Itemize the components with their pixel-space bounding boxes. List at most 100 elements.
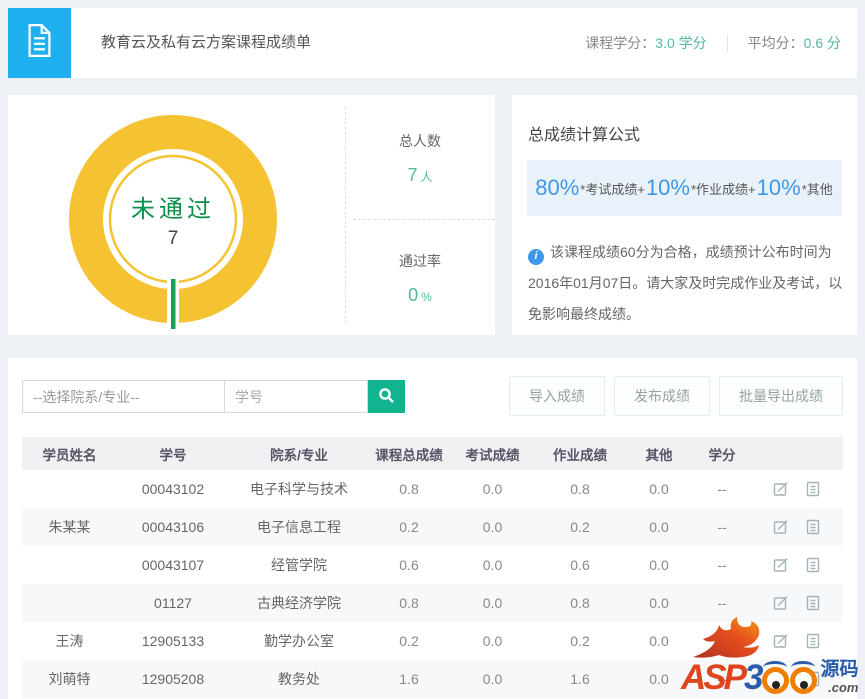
cell-dept: 勤学办公室 xyxy=(229,631,369,651)
average-score: 平均分：0.6 分 xyxy=(748,33,841,53)
watermark-text: ASP 3 源码 .com xyxy=(681,660,858,695)
export-grades-button[interactable]: 批量导出成绩 xyxy=(719,376,843,416)
cell-total: 1.6 xyxy=(369,671,449,687)
edit-score-icon[interactable] xyxy=(773,481,789,497)
cell-total: 0.8 xyxy=(369,595,449,611)
pass-rate-stat: 通过率 0% xyxy=(345,221,495,335)
cell-other: 0.0 xyxy=(624,481,694,497)
cell-total: 0.2 xyxy=(369,633,449,649)
cell-total: 0.8 xyxy=(369,481,449,497)
header-metrics: 课程学分：3.0 学分 平均分：0.6 分 xyxy=(585,8,841,78)
department-select[interactable]: --选择院系/专业-- xyxy=(22,380,225,413)
grade-formula: 80%*考试成绩+10%*作业成绩+10%*其他 xyxy=(527,160,842,216)
stats-panel: 总人数 7人 通过率 0% xyxy=(345,95,495,335)
cell-total: 0.6 xyxy=(369,557,449,573)
pass-rate-value: 0% xyxy=(408,285,432,306)
cell-dept: 电子信息工程 xyxy=(229,517,369,537)
cell-exam: 0.0 xyxy=(449,671,536,687)
course-credit-value: 3.0 学分 xyxy=(655,35,706,51)
total-students-label: 总人数 xyxy=(399,131,441,151)
table-row: 朱某某00043106电子信息工程0.20.00.20.0-- xyxy=(22,508,843,546)
watermark-asp: ASP xyxy=(681,660,744,695)
watermark-3: 3 xyxy=(744,660,761,695)
column-header: 学号 xyxy=(117,444,229,464)
cell-dept: 电子科学与技术 xyxy=(229,479,369,499)
table-row: 00043107经管学院0.60.00.60.0-- xyxy=(22,546,843,584)
column-header: 学分 xyxy=(694,444,750,464)
edit-score-icon[interactable] xyxy=(773,519,789,535)
formula-label: *其他 xyxy=(802,179,833,198)
cell-other: 0.0 xyxy=(624,557,694,573)
cell-dept: 教务处 xyxy=(229,669,369,689)
cell-other: 0.0 xyxy=(624,595,694,611)
cell-sid: 12905133 xyxy=(117,633,229,649)
column-header: 课程总成绩 xyxy=(369,444,449,464)
cell-name: 朱某某 xyxy=(22,517,117,537)
cell-exam: 0.0 xyxy=(449,519,536,535)
row-actions xyxy=(750,595,843,611)
report-icon[interactable] xyxy=(806,519,820,535)
formula-percent: 10% xyxy=(646,175,690,201)
formula-title: 总成绩计算公式 xyxy=(528,121,640,145)
cell-sid: 00043107 xyxy=(117,557,229,573)
total-students-value: 7人 xyxy=(407,165,432,186)
table-header-row: 学员姓名学号院系/专业课程总成绩考试成绩作业成绩其他学分 xyxy=(22,437,843,470)
cell-sid: 12905208 xyxy=(117,671,229,687)
cell-exam: 0.0 xyxy=(449,595,536,611)
flame-icon xyxy=(689,615,781,664)
watermark-suffix: 源码 xyxy=(820,660,858,681)
formula-card: 总成绩计算公式 80%*考试成绩+10%*作业成绩+10%*其他 i该课程成绩6… xyxy=(512,95,857,335)
student-id-input[interactable] xyxy=(224,380,368,413)
cell-other: 0.0 xyxy=(624,519,694,535)
watermark-o-icon xyxy=(790,667,817,694)
grade-actions: 导入成绩 发布成绩 批量导出成绩 xyxy=(509,376,843,416)
average-score-label: 平均分： xyxy=(748,35,804,51)
cell-dept: 古典经济学院 xyxy=(229,593,369,613)
formula-percent: 80% xyxy=(535,175,579,201)
formula-label: *作业成绩+ xyxy=(691,179,756,198)
header-card: 教育云及私有云方案课程成绩单 课程学分：3.0 学分 平均分：0.6 分 xyxy=(8,8,857,78)
import-grades-button[interactable]: 导入成绩 xyxy=(509,376,605,416)
total-students-stat: 总人数 7人 xyxy=(345,101,495,215)
column-header: 学员姓名 xyxy=(22,444,117,464)
cell-credit: -- xyxy=(694,557,750,573)
column-header: 院系/专业 xyxy=(229,444,369,464)
cell-homework: 0.6 xyxy=(536,557,624,573)
average-score-value: 0.6 分 xyxy=(804,35,841,51)
cell-sid: 00043106 xyxy=(117,519,229,535)
edit-score-icon[interactable] xyxy=(773,595,789,611)
cell-homework: 0.2 xyxy=(536,633,624,649)
report-icon[interactable] xyxy=(806,557,820,573)
cell-homework: 0.8 xyxy=(536,481,624,497)
row-actions xyxy=(750,481,843,497)
edit-score-icon[interactable] xyxy=(773,557,789,573)
pass-rate-label: 通过率 xyxy=(399,251,441,271)
summary-card: 未通过 7 总人数 7人 通过率 0% xyxy=(8,95,495,335)
row-actions xyxy=(750,557,843,573)
cell-homework: 0.2 xyxy=(536,519,624,535)
document-icon xyxy=(26,24,53,62)
cell-name: 刘萌特 xyxy=(22,669,117,689)
search-icon xyxy=(378,387,395,407)
watermark-domain: .com xyxy=(828,681,858,695)
formula-label: *考试成绩+ xyxy=(580,179,645,198)
asp300-watermark: ASP 3 源码 .com xyxy=(681,615,863,699)
page-title: 教育云及私有云方案课程成绩单 xyxy=(101,8,311,78)
cell-credit: -- xyxy=(694,519,750,535)
publish-grades-button[interactable]: 发布成绩 xyxy=(614,376,710,416)
metric-divider xyxy=(727,34,728,52)
search-button[interactable] xyxy=(368,380,405,413)
formula-percent: 10% xyxy=(757,175,801,201)
column-header: 考试成绩 xyxy=(449,444,536,464)
course-credit: 课程学分：3.0 学分 xyxy=(585,33,706,53)
watermark-o-icon xyxy=(762,667,789,694)
table-row: 00043102电子科学与技术0.80.00.80.0-- xyxy=(22,470,843,508)
grade-notice-text: 该课程成绩60分为合格，成绩预计公布时间为2016年01月07日。请大家及时完成… xyxy=(528,244,842,322)
cell-sid: 01127 xyxy=(117,595,229,611)
cell-credit: -- xyxy=(694,595,750,611)
report-icon[interactable] xyxy=(806,481,820,497)
cell-credit: -- xyxy=(694,481,750,497)
cell-exam: 0.0 xyxy=(449,557,536,573)
cell-exam: 0.0 xyxy=(449,481,536,497)
report-icon[interactable] xyxy=(806,595,820,611)
